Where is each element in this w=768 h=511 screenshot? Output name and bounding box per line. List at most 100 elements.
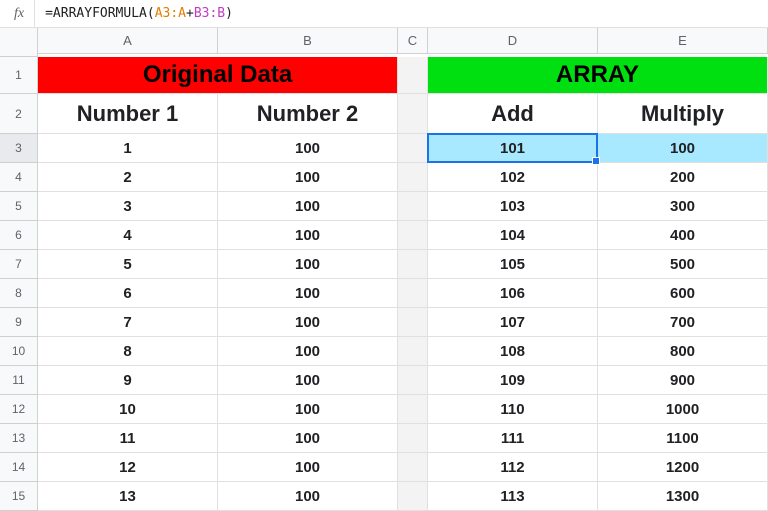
cell-c11[interactable] bbox=[398, 366, 428, 395]
cell-d14[interactable]: 112 bbox=[428, 453, 598, 482]
cell-d15[interactable]: 113 bbox=[428, 482, 598, 511]
header-add[interactable]: Add bbox=[428, 94, 598, 134]
cell-e4[interactable]: 200 bbox=[598, 163, 768, 192]
col-header-e[interactable]: E bbox=[598, 28, 768, 54]
cell-a8[interactable]: 6 bbox=[38, 279, 218, 308]
cell-e10[interactable]: 800 bbox=[598, 337, 768, 366]
cell-c4[interactable] bbox=[398, 163, 428, 192]
cell-d10[interactable]: 108 bbox=[428, 337, 598, 366]
row-header-4[interactable]: 4 bbox=[0, 163, 38, 192]
cell-a14[interactable]: 12 bbox=[38, 453, 218, 482]
row-header-8[interactable]: 8 bbox=[0, 279, 38, 308]
cell-d13[interactable]: 111 bbox=[428, 424, 598, 453]
col-header-a[interactable]: A bbox=[38, 28, 218, 54]
cell-c10[interactable] bbox=[398, 337, 428, 366]
cell-a6[interactable]: 4 bbox=[38, 221, 218, 250]
cell-e11[interactable]: 900 bbox=[598, 366, 768, 395]
row-header-2[interactable]: 2 bbox=[0, 94, 38, 134]
cell-e3[interactable]: 100 bbox=[598, 134, 768, 163]
row-header-9[interactable]: 9 bbox=[0, 308, 38, 337]
cell-e8[interactable]: 600 bbox=[598, 279, 768, 308]
cell-c6[interactable] bbox=[398, 221, 428, 250]
col-header-c[interactable]: C bbox=[398, 28, 428, 54]
cell-a7[interactable]: 5 bbox=[38, 250, 218, 279]
cell-a4[interactable]: 2 bbox=[38, 163, 218, 192]
cell-c13[interactable] bbox=[398, 424, 428, 453]
cell-c3[interactable] bbox=[398, 134, 428, 163]
cell-b15[interactable]: 100 bbox=[218, 482, 398, 511]
cell-d3[interactable]: 101 bbox=[428, 134, 598, 163]
cell-a13[interactable]: 11 bbox=[38, 424, 218, 453]
cell-e7[interactable]: 500 bbox=[598, 250, 768, 279]
cell-a12[interactable]: 10 bbox=[38, 395, 218, 424]
cell-b6[interactable]: 100 bbox=[218, 221, 398, 250]
cell-e15[interactable]: 1300 bbox=[598, 482, 768, 511]
cell-a15[interactable]: 13 bbox=[38, 482, 218, 511]
row-header-1[interactable]: 1 bbox=[0, 57, 38, 94]
header-original-data[interactable]: Original Data bbox=[38, 57, 398, 94]
col-header-b[interactable]: B bbox=[218, 28, 398, 54]
row-header-15[interactable]: 15 bbox=[0, 482, 38, 511]
cell-b8[interactable]: 100 bbox=[218, 279, 398, 308]
cell-a10[interactable]: 8 bbox=[38, 337, 218, 366]
cell-d6[interactable]: 104 bbox=[428, 221, 598, 250]
cell-d7[interactable]: 105 bbox=[428, 250, 598, 279]
header-number2[interactable]: Number 2 bbox=[218, 94, 398, 134]
cell-d9[interactable]: 107 bbox=[428, 308, 598, 337]
row-header-6[interactable]: 6 bbox=[0, 221, 38, 250]
header-number1[interactable]: Number 1 bbox=[38, 94, 218, 134]
row-header-11[interactable]: 11 bbox=[0, 366, 38, 395]
row-header-10[interactable]: 10 bbox=[0, 337, 38, 366]
formula-input[interactable]: =ARRAYFORMULA(A3:A+B3:B) bbox=[35, 6, 764, 21]
cell-e6[interactable]: 400 bbox=[598, 221, 768, 250]
cell-b3[interactable]: 100 bbox=[218, 134, 398, 163]
cell-c2[interactable] bbox=[398, 94, 428, 134]
spreadsheet-grid: A B C D E 1 Original Data ARRAY 2 Number… bbox=[0, 28, 768, 511]
formula-ref1: A3:A bbox=[155, 6, 186, 21]
cell-e13[interactable]: 1100 bbox=[598, 424, 768, 453]
cell-b14[interactable]: 100 bbox=[218, 453, 398, 482]
cell-c1[interactable] bbox=[398, 57, 428, 94]
cell-c7[interactable] bbox=[398, 250, 428, 279]
row-header-12[interactable]: 12 bbox=[0, 395, 38, 424]
cell-a9[interactable]: 7 bbox=[38, 308, 218, 337]
row-header-3[interactable]: 3 bbox=[0, 134, 38, 163]
cell-d5[interactable]: 103 bbox=[428, 192, 598, 221]
cell-b9[interactable]: 100 bbox=[218, 308, 398, 337]
row-header-13[interactable]: 13 bbox=[0, 424, 38, 453]
header-array[interactable]: ARRAY bbox=[428, 57, 768, 94]
cell-b13[interactable]: 100 bbox=[218, 424, 398, 453]
formula-op: + bbox=[186, 6, 194, 21]
cell-e9[interactable]: 700 bbox=[598, 308, 768, 337]
cell-b10[interactable]: 100 bbox=[218, 337, 398, 366]
row-header-5[interactable]: 5 bbox=[0, 192, 38, 221]
cell-b7[interactable]: 100 bbox=[218, 250, 398, 279]
cell-d4[interactable]: 102 bbox=[428, 163, 598, 192]
row-header-14[interactable]: 14 bbox=[0, 453, 38, 482]
cell-e12[interactable]: 1000 bbox=[598, 395, 768, 424]
cell-c9[interactable] bbox=[398, 308, 428, 337]
cell-c8[interactable] bbox=[398, 279, 428, 308]
cell-c14[interactable] bbox=[398, 453, 428, 482]
cell-b4[interactable]: 100 bbox=[218, 163, 398, 192]
cell-c5[interactable] bbox=[398, 192, 428, 221]
cell-e14[interactable]: 1200 bbox=[598, 453, 768, 482]
cell-b12[interactable]: 100 bbox=[218, 395, 398, 424]
cell-e5[interactable]: 300 bbox=[598, 192, 768, 221]
cell-c12[interactable] bbox=[398, 395, 428, 424]
cell-d12[interactable]: 110 bbox=[428, 395, 598, 424]
formula-bar: fx =ARRAYFORMULA(A3:A+B3:B) bbox=[0, 0, 768, 28]
cell-a3[interactable]: 1 bbox=[38, 134, 218, 163]
fx-icon: fx bbox=[4, 0, 35, 27]
cell-d8[interactable]: 106 bbox=[428, 279, 598, 308]
row-header-7[interactable]: 7 bbox=[0, 250, 38, 279]
col-header-d[interactable]: D bbox=[428, 28, 598, 54]
cell-a5[interactable]: 3 bbox=[38, 192, 218, 221]
header-multiply[interactable]: Multiply bbox=[598, 94, 768, 134]
cell-a11[interactable]: 9 bbox=[38, 366, 218, 395]
cell-c15[interactable] bbox=[398, 482, 428, 511]
cell-b11[interactable]: 100 bbox=[218, 366, 398, 395]
cell-d11[interactable]: 109 bbox=[428, 366, 598, 395]
corner-cell[interactable] bbox=[0, 28, 38, 57]
cell-b5[interactable]: 100 bbox=[218, 192, 398, 221]
